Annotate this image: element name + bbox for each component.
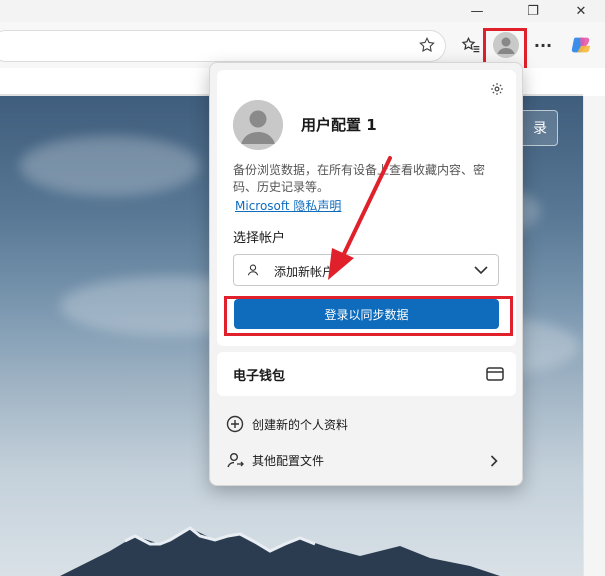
sync-description: 备份浏览数据，在所有设备上查看收藏内容、密码、历史记录等。 [233, 163, 486, 194]
sync-button-highlight [224, 296, 513, 336]
copilot-icon [571, 37, 591, 53]
more-button[interactable]: ··· [528, 30, 558, 60]
add-favorite-button[interactable] [412, 30, 442, 60]
more-icon: ··· [533, 35, 553, 55]
profile-settings-button[interactable] [486, 78, 508, 100]
create-profile-label: 创建新的个人资料 [252, 417, 349, 432]
profile-name: 用户配置 1 [301, 116, 377, 134]
restore-icon: ❐ [527, 3, 539, 19]
other-profiles-label: 其他配置文件 [252, 453, 325, 468]
choose-account-label: 选择帐户 [233, 231, 286, 246]
switch-profile-icon [226, 451, 244, 469]
profile-avatar [233, 100, 283, 150]
restore-button[interactable]: ❐ [513, 0, 553, 22]
wallet-label: 电子钱包 [233, 369, 286, 384]
vertical-scrollbar[interactable] [583, 96, 605, 576]
close-icon: ✕ [575, 3, 587, 19]
title-bar: — ❐ ✕ [0, 0, 605, 22]
favorites-icon [461, 36, 480, 53]
gear-icon [491, 83, 503, 95]
privacy-link[interactable]: Microsoft 隐私声明 [235, 197, 341, 214]
avatar-icon [233, 100, 283, 150]
wallet-card[interactable]: 电子钱包 [217, 352, 516, 396]
chevron-down-icon [474, 266, 488, 275]
profile-popup: 用户配置 1 备份浏览数据，在所有设备上查看收藏内容、密码、历史记录等。 Mic… [209, 62, 523, 486]
add-circle-icon [226, 415, 244, 433]
minimize-button[interactable]: — [457, 0, 497, 22]
minimize-icon: — [470, 3, 484, 19]
add-account-option: 添加新帐户 [274, 265, 335, 279]
chevron-right-icon [490, 455, 498, 467]
close-button[interactable]: ✕ [561, 0, 601, 22]
hero-login-label: 录 [533, 121, 547, 137]
create-profile-item[interactable]: 创建新的个人资料 [226, 411, 508, 437]
address-bar[interactable] [0, 30, 446, 62]
copilot-button[interactable] [566, 30, 596, 60]
person-icon [247, 264, 259, 276]
star-icon [419, 36, 435, 52]
favorites-button[interactable] [456, 30, 486, 60]
other-profiles-item[interactable]: 其他配置文件 [226, 447, 508, 473]
wallet-icon [486, 367, 504, 381]
account-select[interactable]: 添加新帐户 [233, 254, 499, 286]
